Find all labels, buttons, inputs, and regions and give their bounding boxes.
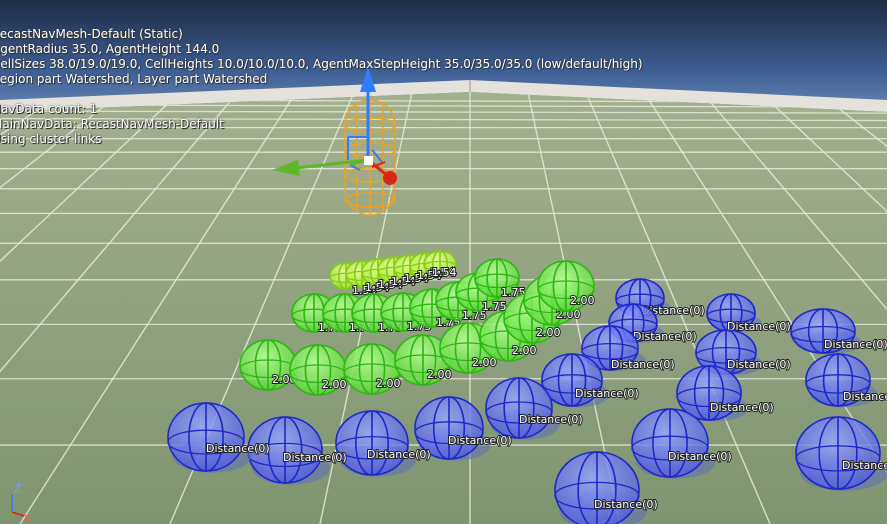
- blue-agent-6-label: Distance(0): [727, 358, 791, 371]
- blue-agent-7-label: Distance(0): [843, 390, 887, 403]
- editor-viewport[interactable]: 1.54 1.54 1.54 1.54 1.54 1.54 1.54 1.54 1.75 1.75…: [0, 0, 887, 524]
- agent-200-3: 2.00: [343, 343, 402, 395]
- agent-200-3-label: 2.00: [376, 377, 401, 390]
- blue-agent-14-label: Distance(0): [206, 442, 270, 455]
- agent-200-4-label: 2.00: [427, 368, 452, 381]
- debug-line-cell-sizes: CellSizes 38.0/19.0/19.0, CellHeights 10…: [0, 57, 643, 71]
- agent-200-9: 2.00: [537, 260, 596, 312]
- debug-line-main-navdata: MainNavData: RecastNavMesh-Default: [0, 117, 224, 131]
- agent-200-6-label: 2.00: [512, 344, 537, 357]
- agent-200-1: 2.00: [239, 339, 298, 391]
- debug-line-partitioning: Region part Watershed, Layer part Waters…: [0, 72, 268, 86]
- blue-agent-8-label: Distance(0): [575, 387, 639, 400]
- blue-agent-2-label: Distance(0): [633, 330, 697, 343]
- blue-agent-4-label: Distance(0): [824, 338, 887, 351]
- agent-200-2: 2.00: [289, 344, 348, 396]
- agent-200-7-label: 2.00: [536, 326, 561, 339]
- blue-agent-5-label: Distance(0): [611, 358, 675, 371]
- axis-z-label: Z: [14, 482, 22, 495]
- debug-line-cluster-links: Using cluster links: [0, 132, 102, 146]
- axis-x-label: X: [23, 512, 31, 524]
- debug-line-navmesh-name: RecastNavMesh-Default (Static): [0, 27, 183, 41]
- blue-agent-11-label: Distance(0): [448, 434, 512, 447]
- debug-line-navdata-count: NavData count: 1: [0, 102, 98, 116]
- blue-agent-12-label: Distance(0): [367, 448, 431, 461]
- blue-agent-9-label: Distance(0): [710, 401, 774, 414]
- blue-agent-16-label: Distance(0): [842, 459, 887, 472]
- agent-200-2-label: 2.00: [322, 378, 347, 391]
- gizmo-center[interactable]: [364, 156, 373, 165]
- blue-agent-17-label: Distance(0): [594, 498, 658, 511]
- agent-200-9-label: 2.00: [570, 294, 595, 307]
- blue-agent-13-label: Distance(0): [283, 451, 347, 464]
- blue-agent-10-label: Distance(0): [519, 413, 583, 426]
- debug-line-agent-size: AgentRadius 35.0, AgentHeight 144.0: [0, 42, 220, 56]
- blue-agent-15-label: Distance(0): [668, 450, 732, 463]
- lime-agent-cost-top: 1.54: [432, 266, 457, 279]
